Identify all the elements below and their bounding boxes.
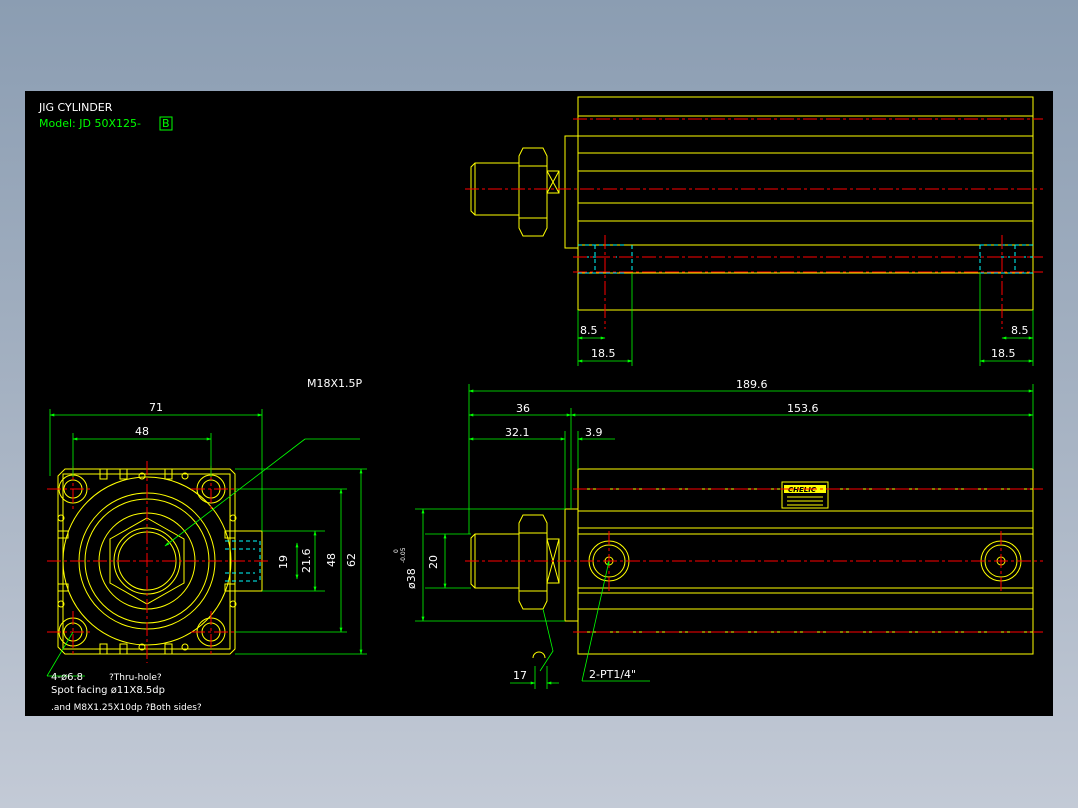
dim-153-6: 153.6 xyxy=(787,402,819,415)
dim-3-9: 3.9 xyxy=(585,426,603,439)
front-view: 71 48 M18X1.5P 19 21.6 48 62 4-ø6.8 ?Thr… xyxy=(46,377,367,713)
dim-18-5-left: 18.5 xyxy=(591,347,616,360)
dim-8-5-right: 8.5 xyxy=(1011,324,1029,337)
dim-36: 36 xyxy=(516,402,530,415)
model-suffix: B xyxy=(162,117,170,130)
top-view-hidden-lines xyxy=(578,244,1033,274)
cad-drawing: JIG CYLINDER Model: JD 50X125- B 8.5 18.… xyxy=(38,96,1043,713)
dim-48-vertical: 48 xyxy=(325,553,338,567)
dim-189-6: 189.6 xyxy=(736,378,768,391)
cad-viewport[interactable]: JIG CYLINDER Model: JD 50X125- B 8.5 18.… xyxy=(25,91,1053,716)
side-view-centerlines xyxy=(465,488,1043,633)
hole-note-thread: .and M8X1.25X10dp ?Both sides? xyxy=(51,703,202,713)
hole-note-count: 4-ø6.8 xyxy=(51,672,83,683)
dim-21-6: 21.6 xyxy=(300,549,313,574)
dim-19: 19 xyxy=(277,555,290,569)
top-view-dimensions xyxy=(577,273,1034,366)
model-label: Model: JD 50X125- xyxy=(39,117,141,130)
dim-71: 71 xyxy=(149,401,163,414)
top-view-outline xyxy=(470,96,1034,311)
brand-label: CHELIC xyxy=(788,486,817,494)
dim-8-5-left: 8.5 xyxy=(580,324,598,337)
brand-label-plate: CHELIC xyxy=(781,481,829,509)
thread-callout: M18X1.5P xyxy=(307,377,363,390)
dim-dia-38-tolerance-upper: 0 xyxy=(393,549,400,553)
front-view-dimensions xyxy=(46,409,367,677)
top-view: 8.5 18.5 8.5 18.5 xyxy=(465,96,1043,366)
dim-17: 17 xyxy=(513,669,527,682)
hole-note-spot-facing: Spot facing ø11X8.5dp xyxy=(51,685,165,696)
drawing-title: JIG CYLINDER xyxy=(38,101,113,114)
dim-62: 62 xyxy=(345,553,358,567)
top-view-centerlines xyxy=(465,118,1043,329)
dim-32-1: 32.1 xyxy=(505,426,530,439)
dim-dia-38: ø38 xyxy=(405,568,418,589)
port-note: 2-PT1/4" xyxy=(589,668,636,681)
wrench-symbol xyxy=(532,651,546,659)
dim-18-5-right: 18.5 xyxy=(991,347,1016,360)
side-view: CHELIC 189.6 36 153.6 32.1 3.9 20 ø38 -0… xyxy=(393,378,1043,689)
dim-dia-38-tolerance: -0.05 xyxy=(400,547,407,563)
dim-20: 20 xyxy=(427,555,440,569)
dim-48-horizontal: 48 xyxy=(135,425,149,438)
hole-note-thru: ?Thru-hole? xyxy=(109,673,162,683)
